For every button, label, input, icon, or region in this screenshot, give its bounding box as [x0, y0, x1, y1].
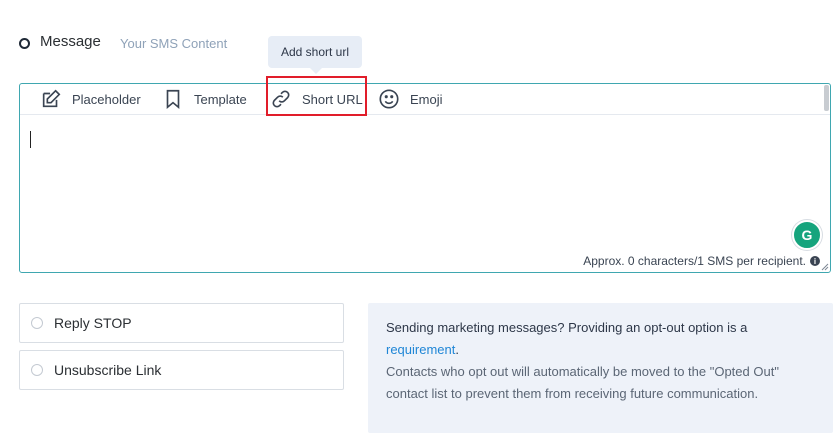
step-subtitle: Your SMS Content [120, 36, 228, 51]
unsubscribe-link-radio[interactable] [31, 364, 43, 376]
placeholder-button[interactable]: Placeholder [40, 84, 141, 114]
requirement-link[interactable]: requirement [386, 342, 455, 357]
bookmark-icon [166, 89, 180, 110]
reply-stop-radio[interactable] [31, 317, 43, 329]
short-url-highlight [266, 76, 367, 116]
resize-handle-icon[interactable] [821, 263, 829, 271]
short-url-tooltip: Add short url [268, 36, 362, 74]
info-line1: Sending marketing messages? Providing an… [386, 320, 748, 335]
editor-scrollbar[interactable] [824, 85, 829, 111]
character-counter: Approx. 0 characters/1 SMS per recipient… [583, 254, 820, 268]
smiley-icon [379, 89, 399, 109]
emoji-button[interactable]: Emoji [378, 84, 443, 114]
unsubscribe-link-option[interactable]: Unsubscribe Link [19, 350, 344, 390]
reply-stop-option[interactable]: Reply STOP [19, 303, 344, 343]
step-title: Message [40, 33, 101, 50]
emoji-label: Emoji [410, 91, 443, 107]
editor-toolbar: Placeholder Template Short URL Emoji [20, 84, 830, 115]
info-link-line: requirement. [386, 339, 815, 361]
sms-editor: Placeholder Template Short URL Emoji G A… [19, 83, 831, 273]
link-suffix: . [455, 342, 459, 357]
grammarly-icon[interactable]: G [792, 220, 822, 250]
info-line2: Contacts who opt out will automatically … [386, 364, 779, 401]
sms-content-textarea[interactable] [20, 115, 830, 272]
reply-stop-label: Reply STOP [54, 315, 132, 331]
info-icon[interactable]: i [810, 256, 820, 266]
placeholder-label: Placeholder [72, 91, 141, 107]
unsubscribe-link-label: Unsubscribe Link [54, 362, 162, 378]
template-label: Template [194, 91, 247, 107]
text-caret [30, 131, 31, 148]
template-button[interactable]: Template [162, 84, 247, 114]
step-indicator [19, 38, 30, 49]
opt-out-info-panel: Sending marketing messages? Providing an… [368, 303, 833, 433]
character-counter-text: Approx. 0 characters/1 SMS per recipient… [583, 254, 806, 268]
edit-icon [42, 89, 61, 108]
